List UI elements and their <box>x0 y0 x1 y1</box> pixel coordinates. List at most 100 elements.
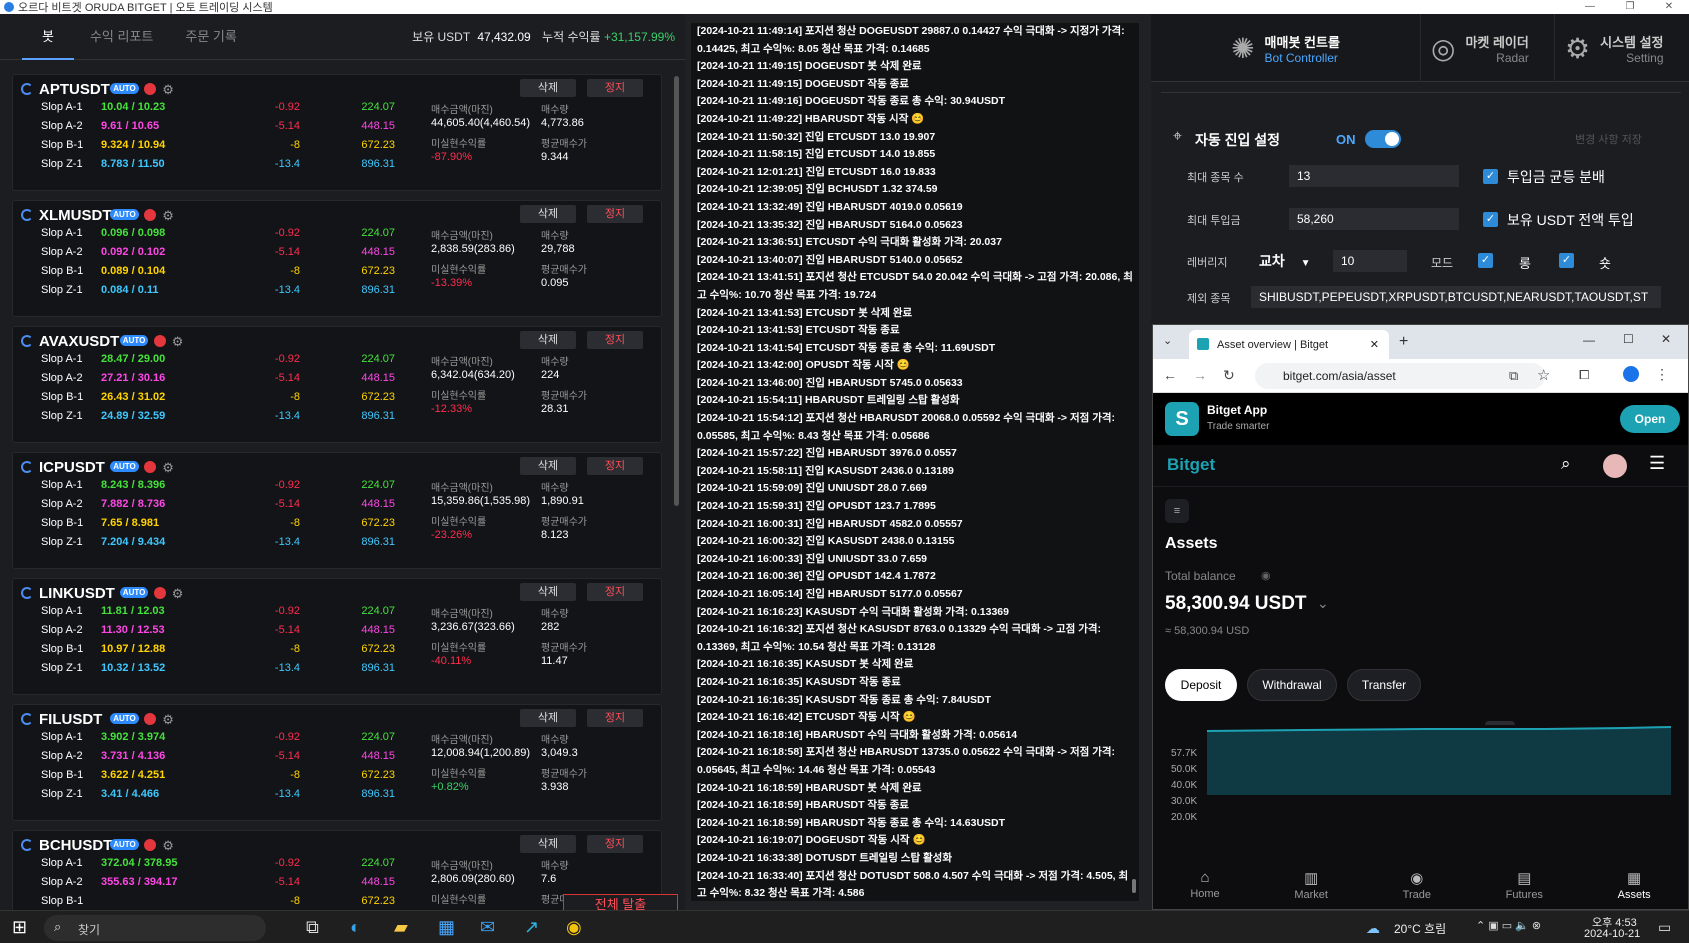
footer-nav-market[interactable]: ▥ Market <box>1294 865 1328 909</box>
settings-icon[interactable]: ⚙ <box>162 460 174 476</box>
max-symbols-label: 최대 종목 수 <box>1187 172 1244 184</box>
settings-icon[interactable]: ⚙ <box>172 334 184 350</box>
footer-nav-futures[interactable]: ▤ Futures <box>1506 865 1543 909</box>
all-usdt-checkbox[interactable]: ✓ <box>1483 212 1498 227</box>
bookmark-star-icon[interactable]: ☆ <box>1537 366 1550 384</box>
slop-range: 10.32 / 13.52 <box>101 662 166 674</box>
task-view-icon[interactable]: ⧉ <box>306 917 319 938</box>
exclude-input[interactable]: SHIBUSDT,PEPEUSDT,XRPUSDT,BTCUSDT,NEARUS… <box>1251 286 1661 308</box>
extensions-icon[interactable]: ⧠ <box>1579 367 1589 383</box>
chrome-icon[interactable]: ◉ <box>566 917 582 938</box>
settings-icon[interactable]: ⚙ <box>162 82 174 98</box>
hamburger-menu-icon[interactable]: ☰ <box>1649 453 1665 474</box>
maximize-button[interactable]: ❐ <box>1610 0 1650 14</box>
close-button[interactable]: ✕ <box>1661 332 1671 346</box>
log-scrollbar[interactable] <box>1132 879 1136 893</box>
leverage-mode-select[interactable]: 교차 ▼ <box>1251 250 1325 272</box>
nav-setting[interactable]: ⚙ 시스템 설정 Setting <box>1555 14 1689 82</box>
stop-button[interactable]: 정지 <box>587 205 643 223</box>
avatar[interactable] <box>1603 454 1627 478</box>
search-icon[interactable]: ⌕ <box>1561 454 1571 474</box>
stop-button[interactable]: 정지 <box>587 457 643 475</box>
slop-name: Slop Z-1 <box>41 410 83 422</box>
minimize-button[interactable]: — <box>1570 0 1610 14</box>
slop-range: 9.324 / 10.94 <box>101 139 166 151</box>
stop-button[interactable]: 정지 <box>587 835 643 853</box>
minimize-button[interactable]: — <box>1583 333 1595 347</box>
loading-spinner-icon <box>21 209 33 221</box>
slop-amount: 672.23 <box>361 139 395 151</box>
tray-icons[interactable]: ⌃ ▣ ▭ 🔈 ⊗ <box>1476 919 1541 932</box>
delete-button[interactable]: 삭제 <box>520 709 576 727</box>
menu-icon[interactable]: ⋮ <box>1655 366 1669 383</box>
equal-split-checkbox[interactable]: ✓ <box>1483 169 1498 184</box>
file-explorer-icon[interactable]: ▰ <box>394 917 408 938</box>
back-icon[interactable]: ← <box>1163 367 1177 383</box>
delete-button[interactable]: 삭제 <box>520 583 576 601</box>
windows-start-icon[interactable]: ⊞ <box>12 917 27 938</box>
nav-bot-controller[interactable]: ✺ 매매봇 컨트롤 Bot Controller <box>1151 14 1421 82</box>
market-icon: ▥ <box>1304 870 1319 887</box>
footer-nav-trade[interactable]: ◉ Trade <box>1403 865 1431 909</box>
delete-button[interactable]: 삭제 <box>520 457 576 475</box>
tab-bot[interactable]: 봇 <box>22 14 74 60</box>
nav-radar[interactable]: ◎ 마켓 레이더 Radar <box>1421 14 1555 82</box>
stop-button[interactable]: 정지 <box>587 583 643 601</box>
tab-list-icon[interactable]: ⌄ <box>1163 334 1172 347</box>
scrollbar[interactable] <box>674 76 679 506</box>
max-symbols-input[interactable]: 13 <box>1289 165 1459 187</box>
store-icon[interactable]: ▦ <box>438 917 455 938</box>
close-button[interactable]: ✕ <box>1649 0 1689 14</box>
translate-icon[interactable]: ⧉ <box>1509 368 1518 384</box>
close-tab-icon[interactable]: ✕ <box>1370 338 1379 351</box>
delete-button[interactable]: 삭제 <box>520 835 576 853</box>
slop-name: Slop B-1 <box>41 391 84 403</box>
slop-name: Slop Z-1 <box>41 284 83 296</box>
notification-icon[interactable]: ▭ <box>1658 919 1671 936</box>
search-box[interactable]: ⌕ 찾기 <box>44 915 266 941</box>
forward-icon[interactable]: → <box>1193 367 1207 383</box>
browser-tab[interactable]: Asset overview | Bitget ✕ <box>1189 330 1389 359</box>
max-invest-input[interactable]: 58,260 <box>1289 208 1459 230</box>
unrealized-label: 미실현수익률 <box>431 265 487 276</box>
footer-nav-home[interactable]: ⌂ Home <box>1190 865 1219 909</box>
maximize-button[interactable]: ☐ <box>1623 332 1634 346</box>
withdrawal-button[interactable]: Withdrawal <box>1247 669 1337 701</box>
bitget-logo[interactable]: Bitget <box>1167 455 1215 475</box>
stop-button[interactable]: 정지 <box>587 79 643 97</box>
slop-range: 10.04 / 10.23 <box>101 101 166 113</box>
settings-icon[interactable]: ⚙ <box>162 838 174 854</box>
settings-icon[interactable]: ⚙ <box>162 712 174 728</box>
eye-icon[interactable]: ◉ <box>1261 569 1271 582</box>
mail-icon[interactable]: ✉ <box>480 917 495 938</box>
deposit-button[interactable]: Deposit <box>1165 669 1237 701</box>
edge-icon[interactable]: ◐ <box>350 917 361 938</box>
reload-icon[interactable]: ↻ <box>1223 367 1235 384</box>
save-changes-button[interactable]: 변경 사항 저장 <box>1575 131 1642 147</box>
open-app-button[interactable]: Open <box>1620 405 1680 433</box>
profile-icon[interactable] <box>1623 366 1639 382</box>
stop-button[interactable]: 정지 <box>587 709 643 727</box>
url-field[interactable]: bitget.com/asia/asset <box>1255 363 1545 389</box>
delete-button[interactable]: 삭제 <box>520 331 576 349</box>
delete-button[interactable]: 삭제 <box>520 205 576 223</box>
log-line: [2024-10-21 15:59:09] 진입 UNIUSDT 28.0 7.… <box>697 482 928 495</box>
chevron-down-icon[interactable]: ⌄ <box>1317 595 1329 612</box>
sidebar-toggle-icon[interactable]: ≡ <box>1165 499 1189 523</box>
header-summary: 보유 USDT 47,432.09 누적 수익률 +31,157.99% <box>412 14 675 60</box>
auto-entry-toggle[interactable] <box>1365 130 1401 148</box>
stocks-app-icon[interactable]: ↗ <box>524 917 539 938</box>
transfer-button[interactable]: Transfer <box>1347 669 1421 701</box>
footer-nav-assets[interactable]: ▦ Assets <box>1618 865 1651 909</box>
settings-icon[interactable]: ⚙ <box>172 586 184 602</box>
leverage-input[interactable]: 10 <box>1333 250 1407 272</box>
tab-profit-report[interactable]: 수익 리포트 <box>74 14 169 60</box>
new-tab-icon[interactable]: + <box>1399 333 1408 351</box>
tab-order-history[interactable]: 주문 기록 <box>169 14 252 60</box>
stop-button[interactable]: 정지 <box>587 331 643 349</box>
delete-button[interactable]: 삭제 <box>520 79 576 97</box>
short-checkbox[interactable]: ✓ <box>1559 253 1574 268</box>
long-checkbox[interactable]: ✓ <box>1478 253 1493 268</box>
stop-indicator-icon <box>153 587 166 599</box>
settings-icon[interactable]: ⚙ <box>162 208 174 224</box>
